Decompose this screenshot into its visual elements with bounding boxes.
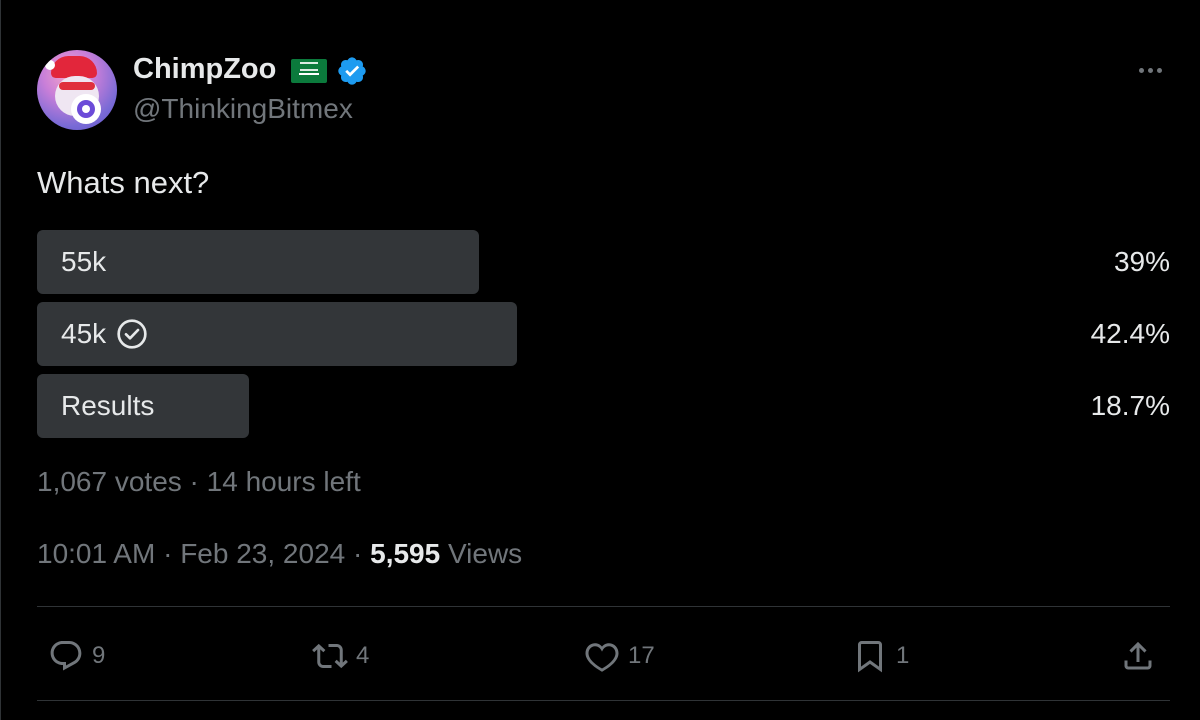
check-circle-icon — [117, 319, 147, 349]
share-button[interactable] — [1120, 636, 1156, 676]
author-name[interactable]: ChimpZoo — [133, 53, 276, 86]
repost-icon — [312, 643, 348, 669]
avatar-hat — [51, 56, 97, 78]
divider — [37, 700, 1170, 701]
poll-option[interactable]: 55k 39% — [37, 230, 1170, 294]
heart-icon — [585, 643, 619, 672]
tweet-date[interactable]: Feb 23, 2024 — [180, 538, 345, 569]
views-label: Views — [440, 538, 523, 569]
reply-icon — [50, 641, 82, 671]
bookmark-count: 1 — [896, 642, 910, 669]
poll-option-percent: 42.4% — [1090, 318, 1170, 349]
saudi-flag-icon — [291, 59, 327, 83]
left-border — [0, 0, 1, 720]
meta-separator: · — [345, 538, 371, 569]
poll-option-percent: 18.7% — [1090, 390, 1170, 421]
meta-separator: · — [155, 538, 181, 569]
like-count: 17 — [628, 642, 655, 669]
divider — [37, 606, 1170, 607]
more-options-icon[interactable] — [1130, 58, 1170, 82]
avatar-pom — [45, 60, 55, 70]
poll-option-label: 45k — [61, 318, 148, 350]
poll-option-percent: 39% — [1113, 246, 1170, 277]
tweet-meta: 10:01 AM · Feb 23, 2024 · 5,595 Views — [37, 538, 522, 570]
tweet-text: Whats next? — [37, 165, 210, 200]
reply-button[interactable]: 9 — [48, 636, 105, 676]
poll-option-label: Results — [61, 390, 155, 421]
reply-count: 9 — [92, 642, 106, 669]
repost-count: 4 — [356, 642, 370, 669]
avatar-glasses — [59, 82, 95, 90]
poll-option-label: 55k — [61, 246, 107, 277]
verified-badge-icon[interactable] — [336, 55, 368, 87]
bookmark-icon — [858, 641, 882, 673]
poll-option[interactable]: Results 18.7% — [37, 374, 1170, 438]
avatar-eye-badge-icon — [71, 94, 101, 124]
like-button[interactable]: 17 — [584, 636, 655, 676]
tweet-time[interactable]: 10:01 AM — [37, 538, 155, 569]
poll-option-winner[interactable]: 45k 42.4% — [37, 302, 1170, 366]
avatar[interactable] — [37, 50, 117, 130]
poll-vote-summary: 1,067 votes · 14 hours left — [37, 466, 361, 497]
repost-button[interactable]: 4 — [312, 636, 369, 676]
share-icon — [1124, 641, 1152, 670]
author-handle[interactable]: @ThinkingBitmex — [133, 93, 353, 125]
bookmark-button[interactable]: 1 — [852, 636, 909, 676]
views-count: 5,595 — [370, 538, 441, 569]
